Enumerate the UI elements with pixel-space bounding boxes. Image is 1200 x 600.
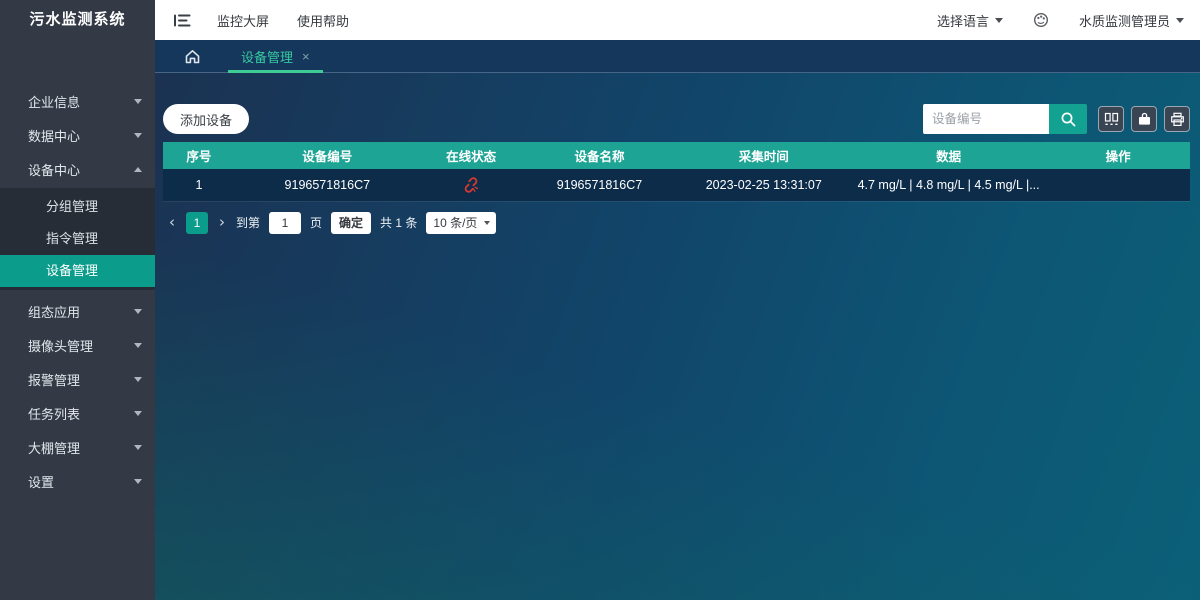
app-window: 污水监测系统 企业信息 数据中心 设备中心 分组管理 指令管理 xyxy=(0,0,1200,600)
chevron-down-icon xyxy=(134,99,142,104)
sidebar-item-greenhouse-management[interactable]: 大棚管理 xyxy=(0,430,155,464)
tabbar: 设备管理 × xyxy=(155,40,1200,73)
print-icon xyxy=(1170,112,1185,127)
sidebar-item-device-center[interactable]: 设备中心 xyxy=(0,152,155,186)
header-data: 数据 xyxy=(851,142,1046,169)
chevron-down-icon xyxy=(134,377,142,382)
tab-device-management[interactable]: 设备管理 × xyxy=(228,40,323,72)
pagination: ‹ 1 › 到第 页 确定 共 1 条 10 条/页 xyxy=(163,212,1190,234)
topbar: 监控大屏 使用帮助 选择语言 水质监测管理员 xyxy=(155,0,1200,40)
submenu-item-label: 分组管理 xyxy=(46,199,98,214)
header-operation: 操作 xyxy=(1046,142,1190,169)
search-input[interactable] xyxy=(923,104,1049,134)
chevron-down-icon xyxy=(134,133,142,138)
total-count-label: 共 1 条 xyxy=(380,214,417,231)
search-button[interactable] xyxy=(1049,104,1087,134)
submenu-item-label: 指令管理 xyxy=(46,231,98,246)
chevron-down-icon xyxy=(134,343,142,348)
chevron-down-icon xyxy=(134,445,142,450)
sidebar: 污水监测系统 企业信息 数据中心 设备中心 分组管理 指令管理 xyxy=(0,0,155,600)
header-device-id: 设备编号 xyxy=(235,142,420,169)
sidebar-item-label: 企业信息 xyxy=(28,92,80,111)
chevron-down-icon xyxy=(134,411,142,416)
toolbar: 添加设备 xyxy=(163,73,1190,134)
language-selector[interactable]: 选择语言 xyxy=(937,11,1003,30)
topbar-item-monitor-screen[interactable]: 监控大屏 xyxy=(217,11,269,30)
table-row[interactable]: 1 9196571816C7 xyxy=(163,169,1190,201)
cell-collect-time: 2023-02-25 13:31:07 xyxy=(676,169,851,201)
sidebar-item-alarm-management[interactable]: 报警管理 xyxy=(0,362,155,396)
device-table: 序号 设备编号 在线状态 设备名称 采集时间 数据 操作 1 919657181… xyxy=(163,142,1190,202)
sidebar-item-label: 报警管理 xyxy=(28,370,80,389)
device-center-submenu: 分组管理 指令管理 设备管理 xyxy=(0,188,155,290)
search-group xyxy=(923,104,1087,134)
sidebar-item-label: 摄像头管理 xyxy=(28,336,93,355)
header-device-name: 设备名称 xyxy=(522,142,676,169)
sidebar-item-command-management[interactable]: 指令管理 xyxy=(0,223,155,255)
sidebar-item-label: 组态应用 xyxy=(28,302,80,321)
sidebar-item-label: 设置 xyxy=(28,472,54,491)
cell-index: 1 xyxy=(163,169,235,201)
prev-page-button[interactable]: ‹ xyxy=(167,215,177,230)
sidebar-item-group-management[interactable]: 分组管理 xyxy=(0,191,155,223)
table-header-row: 序号 设备编号 在线状态 设备名称 采集时间 数据 操作 xyxy=(163,142,1190,169)
sidebar-item-task-list[interactable]: 任务列表 xyxy=(0,396,155,430)
search-icon xyxy=(1060,111,1077,128)
theme-palette-icon[interactable] xyxy=(1033,12,1049,28)
sidebar-item-label: 任务列表 xyxy=(28,404,80,423)
sidebar-item-label: 设备中心 xyxy=(28,160,80,179)
sidebar-item-enterprise-info[interactable]: 企业信息 xyxy=(0,84,155,118)
collapse-menu-icon[interactable] xyxy=(173,13,191,28)
export-button[interactable] xyxy=(1131,106,1157,132)
chevron-down-icon xyxy=(134,479,142,484)
print-button[interactable] xyxy=(1164,106,1190,132)
goto-page-prefix-label: 到第 xyxy=(236,214,260,231)
caret-down-icon xyxy=(995,18,1003,23)
main-area: 监控大屏 使用帮助 选择语言 水质监测管理员 xyxy=(155,0,1200,600)
sidebar-item-label: 数据中心 xyxy=(28,126,80,145)
current-page-button[interactable]: 1 xyxy=(186,212,208,234)
page-size-select[interactable]: 10 条/页 xyxy=(426,212,496,234)
header-online-status: 在线状态 xyxy=(420,142,523,169)
header-collect-time: 采集时间 xyxy=(676,142,851,169)
sidebar-item-configuration-app[interactable]: 组态应用 xyxy=(0,294,155,328)
sidebar-item-device-management[interactable]: 设备管理 xyxy=(0,255,155,287)
chevron-up-icon xyxy=(134,167,142,172)
tab-label: 设备管理 xyxy=(241,47,293,66)
cell-operation xyxy=(1046,169,1190,201)
add-device-button[interactable]: 添加设备 xyxy=(163,104,249,134)
goto-page-suffix-label: 页 xyxy=(310,214,322,231)
columns-icon xyxy=(1104,112,1119,127)
export-icon xyxy=(1137,112,1152,127)
cell-data: 4.7 mg/L | 4.8 mg/L | 4.5 mg/L |... xyxy=(851,169,1046,201)
offline-status-icon xyxy=(461,175,481,195)
home-icon[interactable] xyxy=(183,48,202,65)
close-icon[interactable]: × xyxy=(302,49,310,64)
content-area: 添加设备 xyxy=(155,73,1200,600)
language-label: 选择语言 xyxy=(937,11,989,30)
caret-down-icon xyxy=(1176,18,1184,23)
next-page-button[interactable]: › xyxy=(217,215,227,230)
page-number-input[interactable] xyxy=(269,212,301,234)
cell-device-id: 9196571816C7 xyxy=(235,169,420,201)
header-index: 序号 xyxy=(163,142,235,169)
page-size-select-wrap: 10 条/页 xyxy=(426,212,496,234)
user-label: 水质监测管理员 xyxy=(1079,11,1170,30)
sidebar-item-label: 大棚管理 xyxy=(28,438,80,457)
cell-device-name: 9196571816C7 xyxy=(522,169,676,201)
columns-toggle-button[interactable] xyxy=(1098,106,1124,132)
chevron-down-icon xyxy=(134,309,142,314)
user-menu[interactable]: 水质监测管理员 xyxy=(1079,11,1184,30)
cell-online-status xyxy=(420,169,523,201)
sidebar-item-camera-management[interactable]: 摄像头管理 xyxy=(0,328,155,362)
topbar-right: 选择语言 水质监测管理员 xyxy=(937,11,1184,30)
app-title: 污水监测系统 xyxy=(0,0,155,40)
submenu-item-label: 设备管理 xyxy=(46,263,98,278)
confirm-page-button[interactable]: 确定 xyxy=(331,212,371,234)
topbar-item-help[interactable]: 使用帮助 xyxy=(297,11,349,30)
sidebar-item-data-center[interactable]: 数据中心 xyxy=(0,118,155,152)
sidebar-menu: 企业信息 数据中心 设备中心 分组管理 指令管理 设备管理 xyxy=(0,84,155,498)
sidebar-item-settings[interactable]: 设置 xyxy=(0,464,155,498)
